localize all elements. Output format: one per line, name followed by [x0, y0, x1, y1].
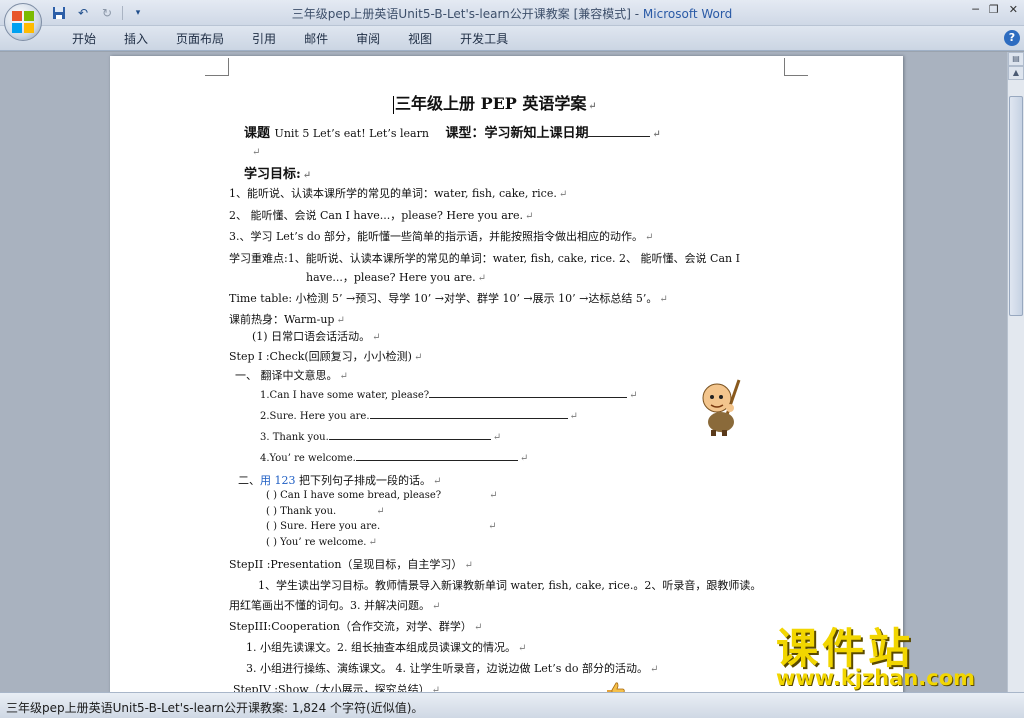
restore-icon[interactable]: ❐ — [989, 3, 999, 16]
step-3-body-line-2: 3. 小组进行操练、演练课文。 4. 让学生听录音，边说边做 Let’s do … — [246, 662, 659, 675]
thumbs-up-clipart — [607, 682, 625, 692]
window-controls: ─ ❐ ✕ — [972, 3, 1018, 16]
goal-1: 1、能听说、认读本课所学的常见的单词：water, fish, cake, ri… — [229, 187, 568, 200]
app-name: Microsoft Word — [642, 7, 733, 21]
document-page[interactable]: 三年级上册 PEP 英语学案 ↵ 课题 Unit 5 Let’s eat! Let… — [110, 56, 903, 692]
scroll-thumb[interactable] — [1009, 96, 1023, 316]
close-icon[interactable]: ✕ — [1009, 3, 1018, 16]
warmup-item: (1) 日常口语会话活动。 ↵ — [252, 330, 381, 343]
goal-2: 2、 能听懂、会说 Can I have...，please? Here you… — [229, 209, 534, 222]
doc-title: 三年级上册 PEP 英语学案 ↵ — [393, 94, 597, 114]
key-points-line-2: have...，please? Here you are. ↵ — [306, 271, 487, 284]
answer-blank[interactable] — [355, 460, 518, 461]
translate-q1: 1.Can I have some water, please? ↵ — [260, 390, 638, 401]
tab-review[interactable]: 审阅 — [346, 31, 390, 47]
step-2-body-line-1: 1、学生读出学习目标。教师情景导入新课教新单词 water, fish, cak… — [258, 579, 762, 592]
tab-page-layout[interactable]: 页面布局 — [166, 31, 234, 47]
type-label: 课型：学习新知上课日期 — [445, 126, 589, 141]
step-3-heading: StepIII:Cooperation（合作交流，对学、群学） ↵ — [229, 620, 483, 633]
tab-insert[interactable]: 插入 — [114, 31, 158, 47]
translate-q2: 2.Sure. Here you are. ↵ — [260, 411, 578, 422]
ribbon-tabs: 开始 插入 页面布局 引用 邮件 审阅 视图 开发工具 — [62, 31, 526, 47]
watermark-url: www.kjzhan.com — [776, 666, 976, 690]
translate-q3: 3. Thank you. ↵ — [260, 432, 502, 443]
title-bar: ↶ ↻ ▾ 三年级pep上册英语Unit5-B-Let's-learn公开课教案… — [0, 0, 1024, 26]
section-1-heading: 一、 翻译中文意思。 ↵ — [235, 369, 348, 382]
ruler-toggle-icon[interactable]: ▤ — [1008, 52, 1024, 66]
tab-mailings[interactable]: 邮件 — [294, 31, 338, 47]
goal-3: 3.、学习 Let’s do 部分，能听懂一些简单的指示语，并能按照指令做出相应… — [229, 230, 654, 243]
ribbon-tab-strip: 开始 插入 页面布局 引用 邮件 审阅 视图 开发工具 ? — [0, 26, 1024, 51]
vertical-scrollbar[interactable]: ▤ ▲ — [1007, 52, 1024, 692]
warmup-heading: 课前热身：Warm-up ↵ — [229, 313, 345, 326]
empty-paragraph: ↵ — [252, 147, 261, 158]
document-workspace: 三年级上册 PEP 英语学案 ↵ 课题 Unit 5 Let’s eat! Let… — [0, 52, 1007, 692]
goals-heading: 学习目标: ↵ — [244, 167, 312, 182]
date-blank — [588, 136, 651, 137]
tab-home[interactable]: 开始 — [62, 31, 106, 47]
minimize-icon[interactable]: ─ — [972, 3, 979, 16]
tab-view[interactable]: 视图 — [398, 31, 442, 47]
tab-developer[interactable]: 开发工具 — [450, 31, 518, 47]
document-title: 三年级pep上册英语Unit5-B-Let's-learn公开课教案 [兼容模式… — [291, 7, 643, 21]
step-1-heading: Step I :Check(回顾复习，小小检测) ↵ — [229, 350, 423, 363]
answer-blank[interactable] — [369, 418, 568, 419]
translate-q4: 4.You’ re welcome. ↵ — [260, 453, 529, 464]
help-icon[interactable]: ? — [1004, 30, 1020, 46]
order-item: ( ) Sure. Here you are. ↵ — [266, 521, 497, 532]
lesson-text: Unit 5 Let’s eat! Let’s learn — [274, 127, 429, 140]
status-text: 三年级pep上册英语Unit5-B-Let's-learn公开课教案: 1,82… — [6, 701, 424, 715]
order-item: ( ) You’ re welcome. ↵ — [266, 537, 377, 548]
timetable: Time table: 小检测 5’ →预习、导学 10’ →对学、群学 10’… — [229, 292, 668, 305]
order-item: ( ) Can I have some bread, please? ↵ — [266, 490, 498, 501]
window-title: 三年级pep上册英语Unit5-B-Let's-learn公开课教案 [兼容模式… — [0, 5, 1024, 22]
answer-blank[interactable] — [429, 397, 628, 398]
step-2-heading: StepII :Presentation（呈现目标，自主学习） ↵ — [229, 558, 473, 571]
key-points-line-1: 学习重难点:1、能听说、认读本课所学的常见的单词：water, fish, ca… — [229, 252, 740, 265]
office-button[interactable] — [4, 3, 42, 41]
crop-mark — [784, 58, 808, 76]
section-2-heading: 二、用 123 把下列句子排成一段的话。 ↵ — [238, 474, 442, 487]
scroll-up-icon[interactable]: ▲ — [1008, 66, 1024, 80]
answer-blank[interactable] — [328, 439, 491, 440]
monk-clipart — [702, 379, 741, 436]
text-cursor — [393, 95, 394, 114]
tab-references[interactable]: 引用 — [242, 31, 286, 47]
lesson-label: 课题 — [244, 126, 271, 141]
section-2-highlight: 用 123 — [260, 474, 296, 487]
crop-mark — [205, 58, 229, 76]
step-2-body-line-2: 用红笔画出不懂的词句。3. 并解决问题。 ↵ — [229, 599, 441, 612]
lesson-line: 课题 Unit 5 Let’s eat! Let’s learn 课型：学习新知… — [244, 126, 661, 141]
step-3-body-line-1: 1. 小组先读课文。2. 组长抽查本组成员读课文的情况。 ↵ — [246, 641, 527, 654]
step-4-heading: StepIV :Show（大小展示，探究总结） ↵ — [233, 683, 441, 692]
status-bar: 三年级pep上册英语Unit5-B-Let's-learn公开课教案: 1,82… — [0, 692, 1024, 718]
order-item: ( ) Thank you. ↵ — [266, 506, 385, 517]
office-logo-icon — [12, 11, 34, 33]
